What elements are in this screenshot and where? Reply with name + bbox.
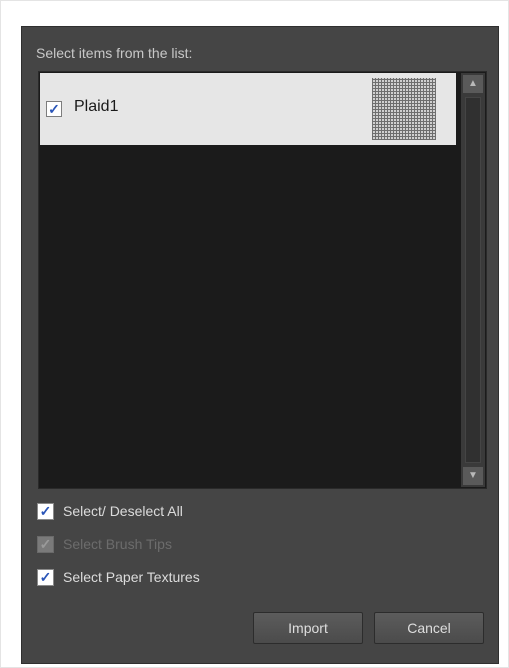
select-deselect-all-label: Select/ Deselect All bbox=[63, 503, 183, 519]
import-dialog: Select items from the list: ✓ Plaid1 ▲ ▼… bbox=[21, 26, 499, 664]
import-button[interactable]: Import bbox=[253, 612, 363, 644]
list-label: Select items from the list: bbox=[36, 45, 193, 61]
list-item[interactable]: ✓ Plaid1 bbox=[40, 73, 456, 145]
screenshot-frame: Select items from the list: ✓ Plaid1 ▲ ▼… bbox=[0, 0, 509, 668]
select-paper-textures-checkbox[interactable]: ✓ bbox=[37, 569, 54, 586]
select-deselect-all-checkbox[interactable]: ✓ bbox=[37, 503, 54, 520]
list-scrollbar[interactable]: ▲ ▼ bbox=[461, 73, 485, 487]
item-list[interactable]: ✓ Plaid1 ▲ ▼ bbox=[38, 71, 487, 489]
texture-thumbnail bbox=[372, 78, 436, 140]
select-paper-textures-label: Select Paper Textures bbox=[63, 569, 200, 585]
scroll-track[interactable] bbox=[465, 97, 481, 463]
select-brush-tips-checkbox: ✓ bbox=[37, 536, 54, 553]
scroll-up-icon[interactable]: ▲ bbox=[463, 75, 483, 93]
cancel-button[interactable]: Cancel bbox=[374, 612, 484, 644]
scroll-down-icon[interactable]: ▼ bbox=[463, 467, 483, 485]
select-brush-tips-label: Select Brush Tips bbox=[63, 536, 172, 552]
item-label: Plaid1 bbox=[74, 98, 119, 115]
item-checkbox[interactable]: ✓ bbox=[46, 101, 62, 117]
